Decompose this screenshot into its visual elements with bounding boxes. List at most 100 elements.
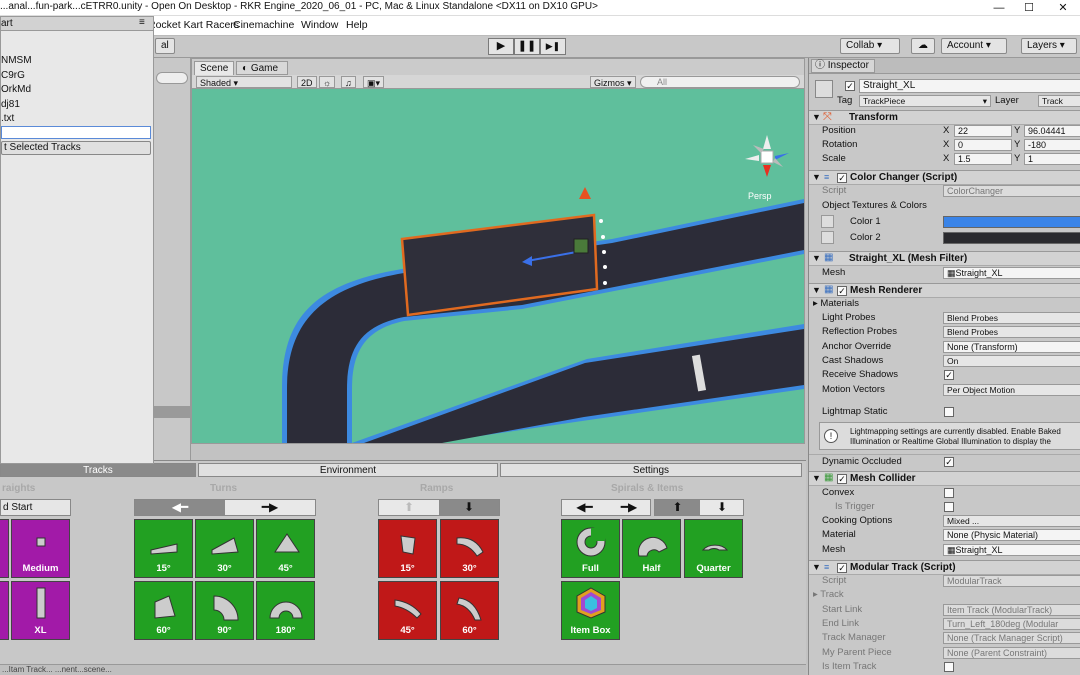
layers-dropdown[interactable]: Layers ▾ [1021, 38, 1077, 54]
straight-medium-tile[interactable]: Medium [11, 519, 70, 578]
step-button[interactable]: ▶❚ [540, 38, 566, 55]
play-button[interactable]: ▶ [488, 38, 514, 55]
list-item[interactable]: NMSM [1, 55, 32, 66]
menu-cinemachine[interactable]: Cinemachine [233, 19, 294, 31]
2d-toggle-button[interactable]: 2D [297, 76, 317, 88]
gizmo-y-arrow[interactable] [579, 187, 591, 199]
texture-slot[interactable] [821, 231, 834, 244]
spiral-vertical-toggle[interactable]: ⬆ ⬇ [654, 499, 744, 516]
texture-slot[interactable] [821, 215, 834, 228]
receive-shadows-checkbox[interactable]: ✓ [944, 370, 954, 380]
convex-checkbox[interactable] [944, 488, 954, 498]
account-dropdown[interactable]: Account ▾ [941, 38, 1007, 54]
color-changer-header[interactable]: ▼ ≡ ✓ Color Changer (Script) [809, 170, 1080, 185]
mesh-collider-header[interactable]: ▼ ▦ ✓ Mesh Collider [809, 471, 1080, 486]
tab-game[interactable]: ◐ Game [236, 61, 288, 75]
ramp-down-arrow-icon[interactable]: ⬇ [439, 500, 499, 515]
lightmap-static-checkbox[interactable] [944, 407, 954, 417]
turn-180-tile[interactable]: 180° [256, 581, 315, 640]
audio-icon[interactable]: ♫ [341, 76, 356, 88]
gizmos-dropdown[interactable]: Gizmos ▾ [590, 76, 636, 88]
spiral-up-arrow-icon[interactable]: ⬆ [655, 500, 700, 515]
component-enabled-checkbox[interactable]: ✓ [837, 563, 847, 573]
rotation-x-field[interactable]: 0 [954, 139, 1012, 151]
foldout-arrow-icon[interactable]: ▼ [812, 562, 821, 572]
close-button[interactable]: ✕ [1050, 1, 1076, 15]
color-2-swatch[interactable] [943, 232, 1080, 244]
scene-search-input[interactable]: All [640, 76, 800, 88]
mesh-field[interactable]: ▦Straight_XL [943, 267, 1080, 279]
list-item[interactable]: dj81 [1, 99, 20, 110]
active-checkbox[interactable]: ✓ [845, 81, 855, 91]
tab-tracks[interactable]: Tracks [0, 463, 196, 477]
rotation-y-field[interactable]: -180 [1024, 139, 1080, 151]
component-enabled-checkbox[interactable]: ✓ [837, 474, 847, 484]
gizmo-center[interactable] [573, 238, 589, 254]
transform-header[interactable]: ▼ ⤧ Transform [809, 110, 1080, 125]
foldout-arrow-icon[interactable]: ▼ [812, 172, 821, 182]
track-foldout[interactable]: ▸ Track [813, 588, 844, 602]
turn-90-tile[interactable]: 90° [195, 581, 254, 640]
mesh-renderer-header[interactable]: ▼ ▦ ✓ Mesh Renderer [809, 283, 1080, 298]
turn-right-arrow-icon[interactable]: ━▶ [225, 500, 315, 515]
foldout-arrow-icon[interactable]: ▼ [812, 112, 821, 122]
foldout-arrow-icon[interactable]: ▼ [812, 285, 821, 295]
material-field[interactable]: None (Physic Material) [943, 529, 1080, 541]
turn-left-arrow-icon[interactable]: ◀━ [135, 500, 225, 515]
reflection-probes-dropdown[interactable]: Blend Probes [943, 326, 1080, 338]
shading-mode-dropdown[interactable]: Shaded ▾ [196, 76, 292, 88]
scene-orientation-gizmo[interactable] [745, 135, 789, 177]
ramps-direction-toggle[interactable]: ⬆ ⬇ [378, 499, 500, 516]
track-name-input[interactable] [1, 126, 151, 139]
pause-button[interactable]: ❚❚ [514, 38, 540, 55]
effects-icon[interactable]: ▣▾ [363, 76, 385, 88]
foldout-arrow-icon[interactable]: ▼ [812, 473, 821, 483]
motion-vectors-dropdown[interactable]: Per Object Motion [943, 384, 1080, 396]
ramp-15-tile[interactable]: 15° [378, 519, 437, 578]
maximize-button[interactable]: ☐ [1016, 1, 1042, 15]
modular-track-header[interactable]: ▼ ≡ ✓ Modular Track (Script) [809, 560, 1080, 575]
foldout-arrow-icon[interactable]: ▼ [812, 253, 821, 263]
spiral-left-arrow-icon[interactable]: ◀━ [562, 500, 607, 515]
color-1-swatch[interactable] [943, 216, 1080, 228]
turn-45-tile[interactable]: 45° [256, 519, 315, 578]
window-menu-icon[interactable]: ≡ [139, 17, 145, 28]
is-trigger-checkbox[interactable] [944, 502, 954, 512]
tag-dropdown[interactable]: TrackPiece ▾ [859, 95, 991, 107]
straight-small-tile[interactable] [0, 519, 9, 578]
position-x-field[interactable]: 22 [954, 125, 1012, 137]
scale-y-field[interactable]: 1 [1024, 153, 1080, 165]
list-item[interactable]: .txt [1, 113, 14, 124]
hierarchy-search-field[interactable] [156, 72, 188, 84]
start-button[interactable]: d Start [0, 499, 71, 516]
dynamic-occluded-checkbox[interactable]: ✓ [944, 457, 954, 467]
ramp-60-tile[interactable]: 60° [440, 581, 499, 640]
tab-settings[interactable]: Settings [500, 463, 802, 477]
turn-30-tile[interactable]: 30° [195, 519, 254, 578]
spiral-right-arrow-icon[interactable]: ━▶ [607, 500, 651, 515]
spiral-down-arrow-icon[interactable]: ⬇ [700, 500, 744, 515]
scale-x-field[interactable]: 1.5 [954, 153, 1012, 165]
spiral-direction-toggle[interactable]: ◀━ ━▶ [561, 499, 651, 516]
load-selected-tracks-button[interactable]: t Selected Tracks [1, 141, 151, 155]
menu-rocket-kart-racers[interactable]: Rocket Kart Racers [148, 19, 239, 31]
pivot-toggle-button[interactable]: al [155, 38, 175, 54]
cooking-options-dropdown[interactable]: Mixed ... [943, 515, 1080, 527]
object-name-input[interactable]: Straight_XL [859, 79, 1080, 93]
ramp-30-tile[interactable]: 30° [440, 519, 499, 578]
turn-15-tile[interactable]: 15° [134, 519, 193, 578]
layer-dropdown[interactable]: Track [1038, 95, 1080, 107]
mesh-filter-header[interactable]: ▼ ▦ Straight_XL (Mesh Filter) [809, 251, 1080, 266]
cast-shadows-dropdown[interactable]: On [943, 355, 1080, 367]
item-box-tile[interactable]: Item Box [561, 581, 620, 640]
collider-mesh-field[interactable]: ▦Straight_XL [943, 544, 1080, 556]
ramp-45-tile[interactable]: 45° [378, 581, 437, 640]
list-item[interactable]: C9rG [1, 70, 25, 81]
ramp-up-arrow-icon[interactable]: ⬆ [379, 500, 439, 515]
straight-large-tile[interactable] [0, 581, 9, 640]
component-enabled-checkbox[interactable]: ✓ [837, 286, 847, 296]
tab-scene[interactable]: Scene [194, 61, 234, 75]
spiral-quarter-tile[interactable]: Quarter [684, 519, 743, 578]
list-item[interactable]: OrkMd [1, 84, 31, 95]
turn-60-tile[interactable]: 60° [134, 581, 193, 640]
